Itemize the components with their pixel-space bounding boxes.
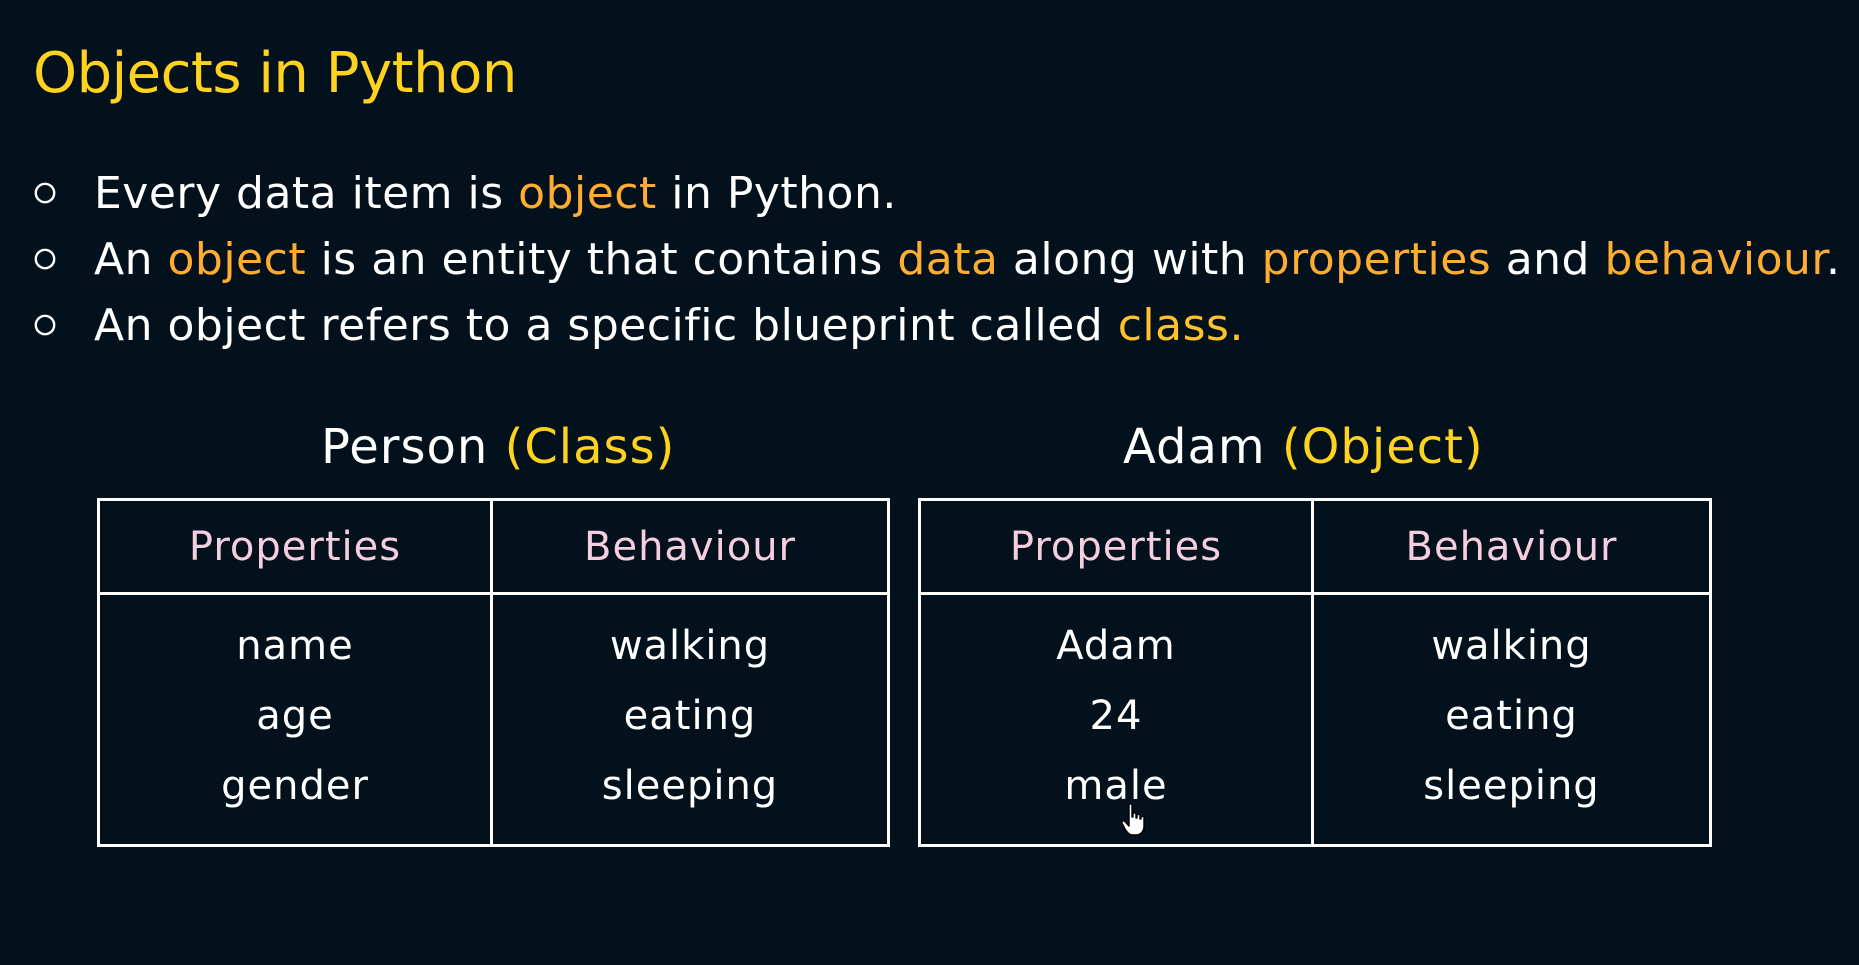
bullet-circle-icon [34, 248, 56, 270]
bullet-circle-icon [34, 314, 56, 336]
bullet-2-part: An [94, 233, 168, 285]
behaviour-item: walking [1431, 623, 1592, 669]
object-table-kind: (Object) [1281, 419, 1484, 475]
bullet-1-part: Every data item is [94, 167, 519, 219]
bullet-2-part: is an entity that contains [306, 233, 898, 285]
bullet-2-highlight: object [167, 233, 307, 285]
property-item: 24 [1089, 693, 1143, 739]
class-table-name: Person [321, 419, 489, 475]
bullet-2-highlight: properties [1261, 233, 1492, 285]
table-row: Adam 24 male walking eating sleeping [918, 592, 1712, 847]
bullet-item-1: Every data item is object in Python. [32, 160, 1840, 226]
behaviour-item: walking [609, 623, 771, 669]
bullet-item-2: An object is an entity that contains dat… [32, 226, 1840, 292]
object-table-name: Adam [1123, 419, 1266, 475]
column-header-properties: Properties [918, 498, 1314, 595]
behaviour-item: sleeping [601, 763, 779, 809]
class-table-kind: (Class) [504, 419, 676, 475]
bullet-3-part: An object refers to a specific blueprint… [94, 299, 1118, 351]
bullet-list: Every data item is object in Python. An … [32, 160, 1840, 358]
table-row: name age gender walking eating sleeping [97, 592, 890, 847]
column-header-behaviour: Behaviour [490, 498, 890, 595]
bullet-item-3: An object refers to a specific blueprint… [32, 292, 1840, 358]
property-item: age [256, 693, 334, 739]
properties-cell: Adam 24 male [918, 592, 1314, 847]
bullet-3-highlight: class. [1117, 299, 1244, 351]
behaviour-item: eating [1445, 693, 1578, 739]
slide: Objects in Python Every data item is obj… [0, 0, 1859, 965]
bullet-2-part: . [1825, 233, 1841, 285]
property-item: gender [221, 763, 369, 809]
bullet-2-highlight: data [897, 233, 999, 285]
class-table: Properties Behaviour name age gender wal… [97, 498, 890, 847]
column-header-properties: Properties [97, 498, 493, 595]
bullet-2-part: along with [998, 233, 1262, 285]
property-item: male [1064, 763, 1168, 809]
column-header-behaviour: Behaviour [1311, 498, 1712, 595]
object-table-title: Adam (Object) [1123, 412, 1484, 482]
bullet-circle-icon [34, 182, 56, 204]
bullet-text-1: Every data item is object in Python. [94, 168, 897, 219]
table-header-row: Properties Behaviour [918, 498, 1712, 595]
behaviour-item: eating [623, 693, 757, 739]
behaviour-cell: walking eating sleeping [490, 592, 890, 847]
bullet-text-2: An object is an entity that contains dat… [94, 234, 1840, 285]
object-table: Properties Behaviour Adam 24 male walkin… [918, 498, 1712, 847]
property-item: name [236, 623, 354, 669]
properties-cell: name age gender [97, 592, 493, 847]
bullet-2-part: and [1491, 233, 1605, 285]
bullet-1-part: in Python. [656, 167, 897, 219]
class-table-title: Person (Class) [321, 412, 675, 482]
slide-title: Objects in Python [33, 41, 517, 106]
behaviour-item: sleeping [1423, 763, 1600, 809]
bullet-2-highlight: behaviour [1604, 233, 1826, 285]
bullet-1-highlight: object [518, 167, 657, 219]
hand-pointer-icon [1121, 803, 1145, 836]
table-header-row: Properties Behaviour [97, 498, 890, 595]
behaviour-cell: walking eating sleeping [1311, 592, 1712, 847]
bullet-text-3: An object refers to a specific blueprint… [94, 300, 1244, 351]
property-item: Adam [1056, 623, 1176, 669]
